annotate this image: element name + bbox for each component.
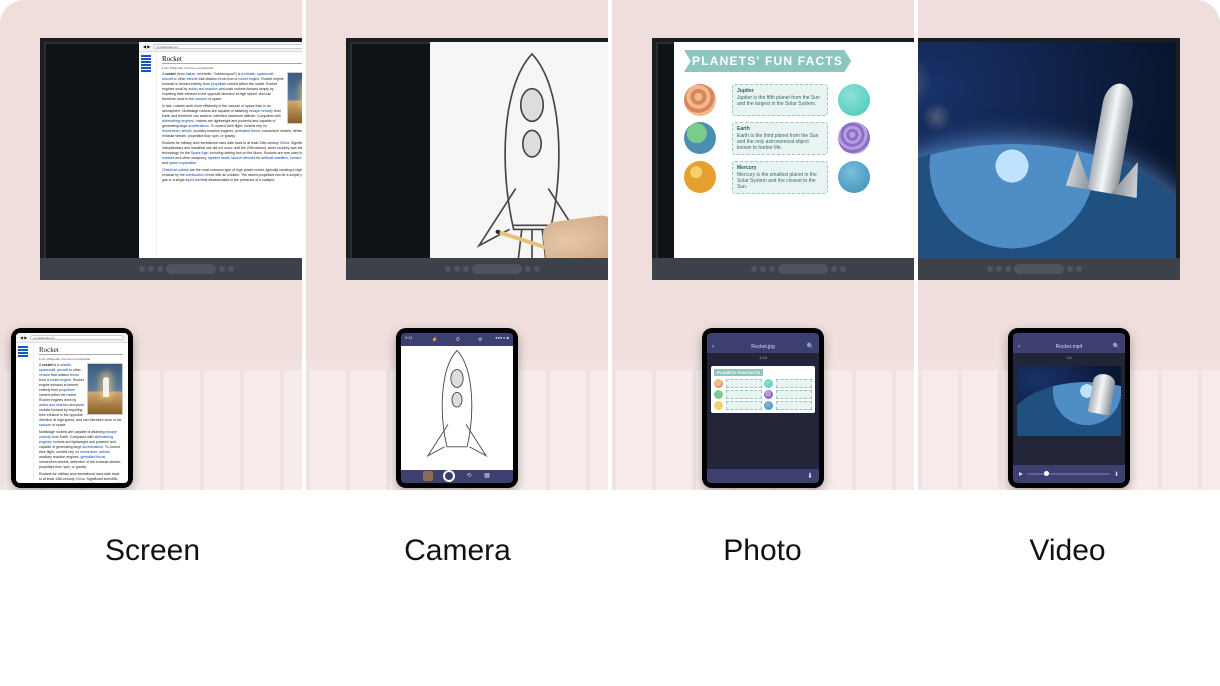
browser-address-bar: ◀ ▶ en.wikipedia.org (16, 333, 128, 343)
fact-earth: EarthEarth is the third planet from the … (732, 122, 828, 155)
camera-app-header: 9:41 ●●● ▸ ■ ⚡ ⏱ ⚙ (401, 333, 513, 346)
label-camera: Camera (305, 534, 610, 568)
clock: 9:41 (405, 335, 413, 340)
video-filename: Rocket.mp4 (1056, 344, 1083, 350)
tablet-screen-mirror: ◀ ▶ en.wikipedia.org Rocket From Wikiped… (11, 328, 133, 488)
wiki-paragraph: A rocket (from Italian: rocchetto, "bobb… (162, 72, 302, 102)
back-icon[interactable]: ‹ (1018, 344, 1020, 350)
camera-controls: ⟲ ▦ (401, 470, 513, 483)
fact-mercury: MercuryMercury is the smallest planet in… (732, 161, 828, 194)
wiki-subhead: From Wikipedia, the free encyclopedia (39, 357, 123, 361)
labels-row: Screen Camera Photo Video (0, 534, 1220, 568)
wiki-paragraph: Rockets for military and recreational us… (162, 141, 302, 166)
monitor-video: 🔊 ⛶ (918, 38, 1180, 278)
spaceship (1046, 74, 1165, 210)
label-screen: Screen (0, 534, 305, 568)
url-field: en.wikipedia.org (30, 335, 124, 340)
play-button[interactable] (1019, 472, 1023, 476)
fact-jupiter: JupiterJupiter is the fifth planet from … (732, 84, 828, 116)
camera-viewfinder (401, 346, 513, 469)
gallery-thumb[interactable] (423, 471, 433, 481)
tablet-camera: 9:41 ●●● ▸ ■ ⚡ ⏱ ⚙ (396, 328, 518, 488)
planet-mercury-icon (684, 161, 716, 193)
photo-filename: Rocket.jpg (751, 344, 775, 350)
search-icon[interactable]: 🔍 (1113, 343, 1120, 350)
wiki-subhead: From Wikipedia, the free encyclopedia (162, 66, 302, 70)
panel-photo: PLANETS' FUN FACTS JupiterJupiter is the… (612, 0, 914, 490)
video-meta: 1/4 (1013, 353, 1125, 362)
wiki-thumbnail (287, 72, 302, 124)
planet-earth-icon (684, 122, 716, 154)
status-icons: ●●● ▸ ■ (495, 335, 509, 340)
browser-address-bar: ◀ ▶ en.wikipedia.org ↻ (139, 42, 302, 52)
planet-jupiter-icon (684, 84, 716, 116)
back-icon[interactable]: ‹ (712, 344, 714, 350)
shutter-button[interactable] (443, 470, 455, 482)
mode-icon[interactable]: ▦ (483, 472, 491, 480)
wiki-paragraph: Chemical rockets are the most common typ… (162, 168, 302, 183)
wiki-sidebar (139, 52, 157, 274)
photo-meta: 1/16 (707, 353, 819, 362)
label-photo: Photo (610, 534, 915, 568)
wiki-title: Rocket (39, 346, 123, 355)
facts-banner: PLANETS' FUN FACTS (684, 50, 851, 72)
planet-mars-icon (838, 161, 870, 193)
download-icon[interactable]: ⬇ (1114, 471, 1119, 478)
monitor-photo: PLANETS' FUN FACTS JupiterJupiter is the… (652, 38, 914, 278)
monitor-camera (346, 38, 608, 278)
download-icon[interactable]: ⬇ (807, 472, 813, 480)
planet-neptune-icon (838, 84, 870, 116)
url-field: en.wikipedia.org (153, 44, 302, 49)
planet-venus-icon (838, 122, 870, 154)
wiki-thumbnail (87, 363, 123, 415)
panel-screen: ◀ ▶ en.wikipedia.org ↻ Rocket From Wikip… (0, 0, 302, 490)
wiki-paragraph: In fact, rockets work more efficiently i… (162, 104, 302, 139)
panel-video: 🔊 ⛶ ‹ Rocket.mp4 🔍 1/4 (918, 0, 1220, 490)
tablet-photo: ‹ Rocket.jpg 🔍 1/16 PLANETS' FUN FACTS (702, 328, 824, 488)
feature-grid: ◀ ▶ en.wikipedia.org ↻ Rocket From Wikip… (0, 0, 1220, 490)
monitor-screen: ◀ ▶ en.wikipedia.org ↻ Rocket From Wikip… (40, 38, 302, 278)
seek-bar[interactable] (1027, 473, 1110, 475)
photo-app-header: ‹ Rocket.jpg 🔍 (707, 333, 819, 353)
label-video: Video (915, 534, 1220, 568)
switch-camera-icon[interactable]: ⟲ (465, 472, 473, 480)
panel-camera: 9:41 ●●● ▸ ■ ⚡ ⏱ ⚙ (306, 0, 608, 490)
wiki-title: Rocket (162, 55, 302, 64)
video-app-header: ‹ Rocket.mp4 🔍 (1013, 333, 1125, 353)
tablet-video: ‹ Rocket.mp4 🔍 1/4 ⬇ (1008, 328, 1130, 488)
monitor-control-bar (40, 258, 302, 280)
search-icon[interactable]: 🔍 (807, 343, 814, 350)
